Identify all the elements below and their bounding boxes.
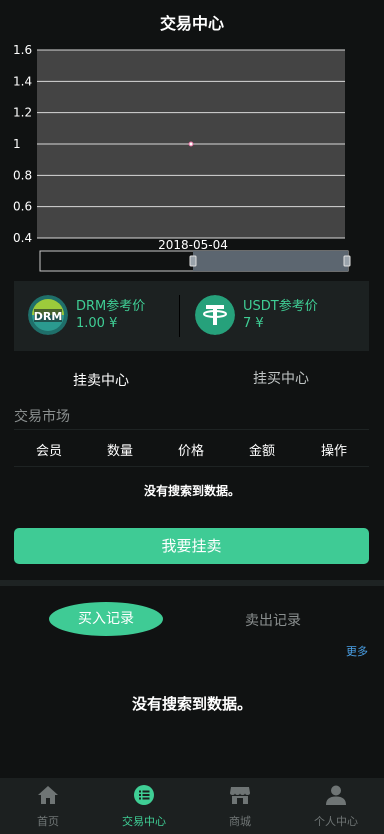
drm-logo-icon: DRM xyxy=(28,295,68,335)
nav-item-shop[interactable]: 商城 xyxy=(192,778,288,834)
usdt-logo-icon xyxy=(195,295,235,335)
column-header: 操作 xyxy=(320,444,348,459)
trade-icon xyxy=(134,785,154,805)
nav-label: 个人中心 xyxy=(314,815,358,828)
divider xyxy=(14,429,369,430)
range-slider-handle xyxy=(343,255,351,267)
y-tick-label: 1.6 xyxy=(13,43,32,57)
nav-label: 商城 xyxy=(229,815,251,828)
y-tick-label: 0.8 xyxy=(13,168,32,182)
column-header: 金额 xyxy=(248,444,276,459)
tab-sell-records[interactable]: 卖出记录 xyxy=(245,610,301,630)
y-tick-label: 0.4 xyxy=(13,231,32,245)
nav-item-home[interactable]: 首页 xyxy=(0,778,96,834)
divider xyxy=(14,466,369,467)
svg-text:DRM: DRM xyxy=(34,310,63,323)
price-chart: 1.6 1.4 1.2 1 0.8 0.6 0.4 2018-05-04 xyxy=(0,36,384,276)
trade-tabs: 挂卖中心 挂买中心 xyxy=(0,366,384,390)
price-divider xyxy=(179,295,180,337)
more-link[interactable]: 更多 xyxy=(346,643,368,659)
nav-label: 首页 xyxy=(37,815,59,828)
tab-buy-records[interactable]: 买入记录 xyxy=(49,602,163,636)
column-header: 会员 xyxy=(35,444,63,459)
tab-buy-center[interactable]: 挂买中心 xyxy=(253,368,309,388)
market-title: 交易市场 xyxy=(14,409,70,425)
bottom-nav: 首页 交易中心 商城 个人中心 xyxy=(0,778,384,834)
usdt-price-value: 7 ¥ xyxy=(243,316,264,331)
market-empty-message: 没有搜索到数据。 xyxy=(143,484,240,498)
range-slider-selection xyxy=(193,251,348,271)
range-slider-handle xyxy=(189,255,197,267)
drm-price-value: 1.00 ¥ xyxy=(76,316,118,331)
nav-label: 交易中心 xyxy=(122,815,166,828)
section-separator xyxy=(0,580,384,586)
column-header: 数量 xyxy=(106,444,134,459)
drm-price-label: DRM参考价 xyxy=(76,299,146,314)
reference-price-panel: DRM DRM参考价 1.00 ¥ USDT参考价 7 ¥ xyxy=(14,281,369,351)
shop-icon xyxy=(230,787,250,804)
column-header: 价格 xyxy=(177,444,205,459)
usdt-price-card: USDT参考价 7 ¥ xyxy=(195,295,318,335)
y-tick-label: 1 xyxy=(13,137,21,151)
tab-sell-center[interactable]: 挂卖中心 xyxy=(73,370,129,390)
y-tick-label: 1.2 xyxy=(13,106,32,120)
market-table-header: 会员 数量 价格 金额 操作 xyxy=(14,440,369,459)
records-empty-message: 没有搜索到数据。 xyxy=(131,695,252,713)
price-chart-svg: 1.6 1.4 1.2 1 0.8 0.6 0.4 2018-05-04 xyxy=(13,43,351,272)
x-tick-label: 2018-05-04 xyxy=(158,238,228,252)
post-sell-button[interactable]: 我要挂卖 xyxy=(14,528,369,564)
home-icon xyxy=(38,786,58,804)
page-title: 交易中心 xyxy=(159,14,224,33)
user-icon xyxy=(326,785,346,805)
nav-item-trade[interactable]: 交易中心 xyxy=(96,778,192,834)
y-tick-label: 1.4 xyxy=(13,74,32,88)
drm-price-card: DRM DRM参考价 1.00 ¥ xyxy=(28,295,145,335)
data-point xyxy=(188,141,194,147)
usdt-price-label: USDT参考价 xyxy=(243,299,318,314)
y-tick-label: 0.6 xyxy=(13,200,32,214)
nav-item-profile[interactable]: 个人中心 xyxy=(288,778,384,834)
